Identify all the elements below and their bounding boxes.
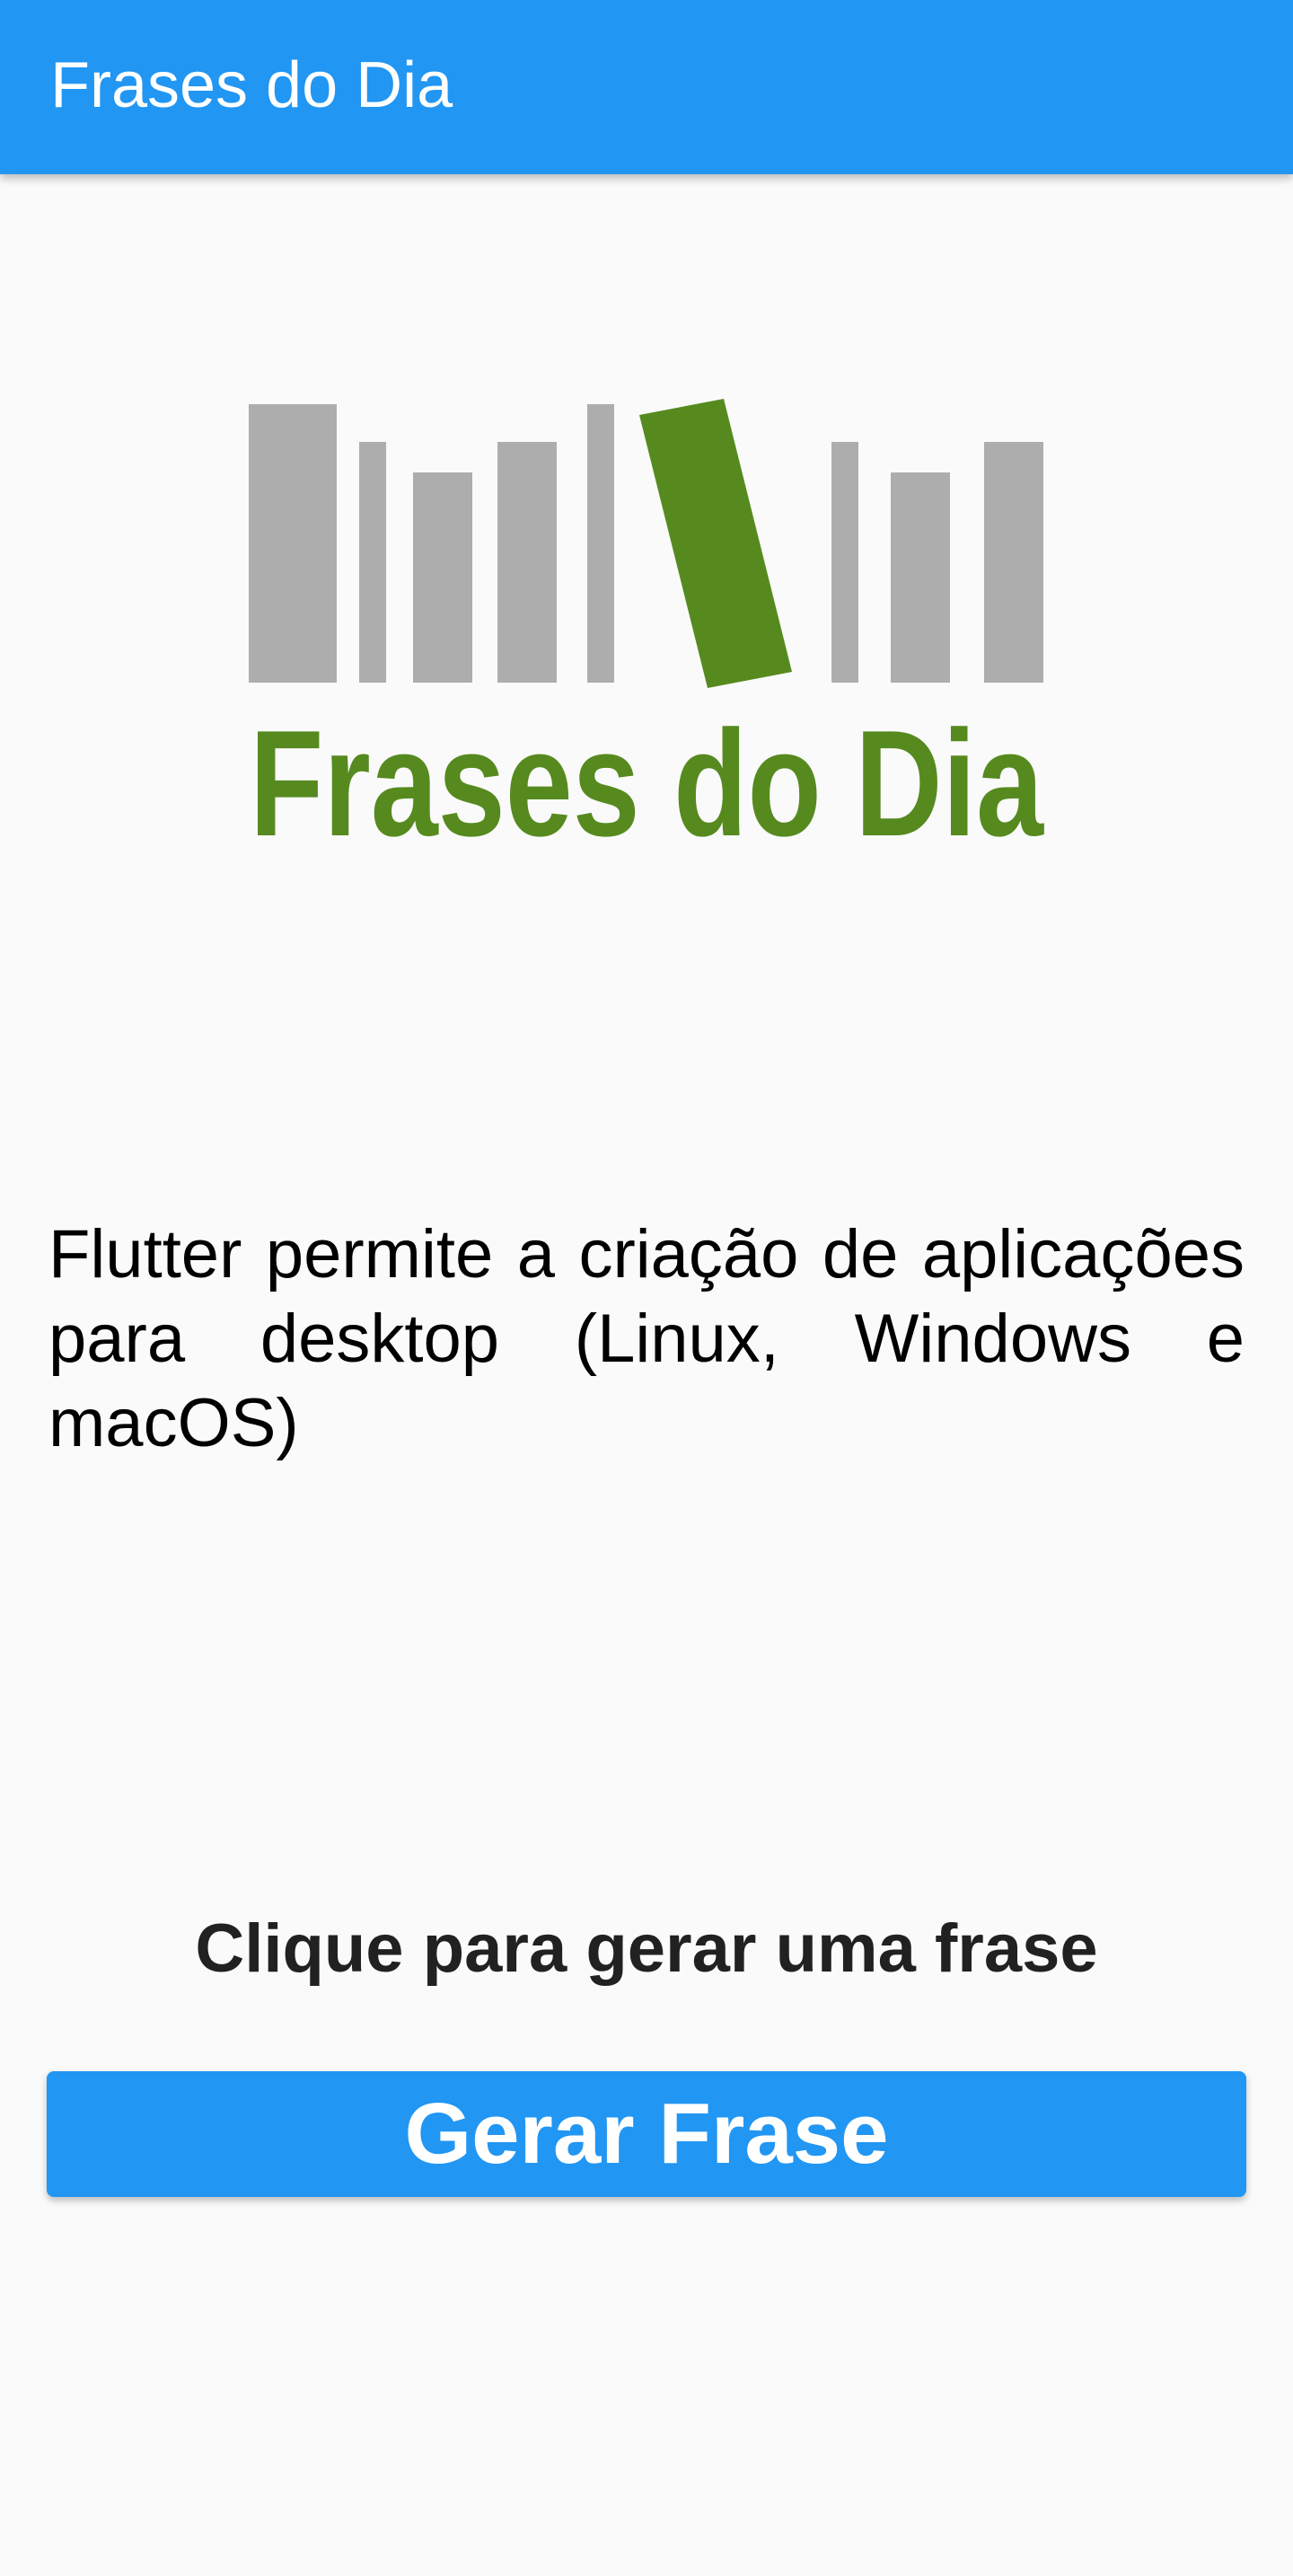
- logo-text: Frases do Dia: [250, 699, 1044, 844]
- app-logo: Frases do Dia: [249, 399, 1044, 844]
- phrase-text: Flutter permite a criação de aplicações …: [48, 1216, 1245, 1461]
- generate-phrase-button[interactable]: Gerar Frase: [47, 2071, 1246, 2197]
- prompt-text: Clique para gerar uma frase: [195, 1910, 1098, 1987]
- logo-book-bars: [249, 404, 1043, 683]
- app-bar: Frases do Dia: [0, 0, 1293, 174]
- logo-accent-book: [639, 399, 792, 688]
- app-bar-title: Frases do Dia: [50, 49, 453, 121]
